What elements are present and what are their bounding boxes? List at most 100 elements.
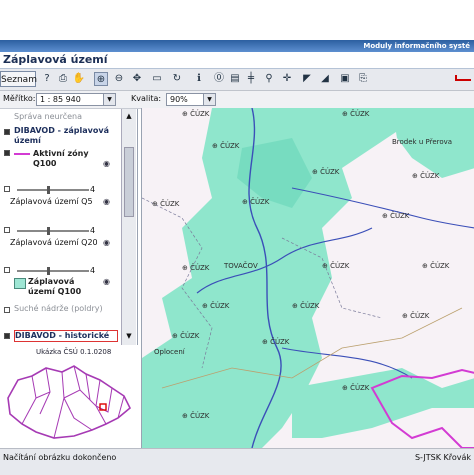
map-label-cuzk: ⊕ ČÚZK bbox=[182, 263, 210, 272]
flood-area-swatch bbox=[14, 278, 26, 289]
map-label-cuzk: ⊕ ČÚZK bbox=[422, 261, 450, 270]
save-icon[interactable]: ▣ bbox=[338, 72, 352, 86]
options-row: Měřítko: 1 : 85 940 ▼ Kvalita: 90% ▼ bbox=[0, 91, 474, 109]
pan-hand-icon[interactable]: ✋ bbox=[72, 72, 86, 86]
layer-item-q5: Záplavová území Q5 bbox=[10, 197, 93, 206]
chevron-down-icon: ▼ bbox=[103, 94, 115, 105]
chevron-down-icon: ▼ bbox=[203, 94, 215, 105]
map-label-cuzk: ⊕ ČÚZK bbox=[172, 331, 200, 340]
place-brodek: Brodek u Přerova bbox=[392, 138, 452, 146]
identify-icon[interactable]: ℹ bbox=[192, 72, 206, 86]
find-binoculars-icon[interactable]: ⚲ bbox=[262, 72, 276, 86]
map-label-cuzk: ⊕ ČÚZK bbox=[412, 171, 440, 180]
app-header-bar: Moduly informačního systé bbox=[0, 40, 474, 52]
map-label-cuzk: ⊕ ČÚZK bbox=[212, 141, 240, 150]
refresh-icon[interactable]: ↻ bbox=[170, 72, 184, 86]
app-header-subtitle: Moduly informačního systé bbox=[363, 42, 470, 50]
scale-select[interactable]: 1 : 85 940 ▼ bbox=[36, 93, 116, 106]
map-label-cuzk: ⊕ ČÚZK bbox=[242, 197, 270, 206]
map-label-cuzk: ⊕ ČÚZK bbox=[382, 211, 410, 220]
visibility-icon[interactable]: ◉ bbox=[103, 238, 110, 247]
quality-label: Kvalita: bbox=[131, 94, 162, 103]
layer-checkbox-q100[interactable] bbox=[4, 267, 10, 273]
group-checkbox-dibavod[interactable] bbox=[4, 129, 10, 135]
scroll-down-icon[interactable]: ▼ bbox=[124, 331, 134, 341]
opacity-slider-q100[interactable] bbox=[17, 267, 89, 275]
overview-title: Ukázka ČSÚ 0.1.0208 bbox=[36, 348, 112, 356]
overview-map[interactable] bbox=[0, 358, 137, 448]
draw-icon[interactable]: ◤ bbox=[300, 72, 314, 86]
map-label-cuzk: ⊕ ČÚZK bbox=[182, 109, 210, 118]
layer-group-historicke[interactable]: DIBAVOD - historické bbox=[14, 330, 118, 342]
move-icon[interactable]: ✥ bbox=[130, 72, 144, 86]
country-outline bbox=[7, 365, 131, 439]
map-label-cuzk: ⊕ ČÚZK bbox=[152, 199, 180, 208]
map-label-cuzk: ⊕ ČÚZK bbox=[342, 383, 370, 392]
visibility-icon[interactable]: ◉ bbox=[103, 159, 110, 168]
quality-select[interactable]: 90% ▼ bbox=[166, 93, 216, 106]
map-label-cuzk: ⊕ ČÚZK bbox=[342, 109, 370, 118]
info-tool-icon[interactable]: ? bbox=[40, 72, 54, 86]
quality-value: 90% bbox=[170, 95, 188, 104]
slider-max: 4 bbox=[90, 185, 96, 194]
map-label-cuzk: ⊕ ČÚZK bbox=[292, 301, 320, 310]
map-label-cuzk: ⊕ ČÚZK bbox=[322, 261, 350, 270]
layer-checkbox-aktivni[interactable] bbox=[4, 150, 10, 156]
region-borders bbox=[21, 365, 125, 439]
legend-icon[interactable]: ▤ bbox=[228, 72, 242, 86]
status-text: Načítání obrázku dokončeno bbox=[3, 453, 117, 462]
scrollbar-thumb[interactable] bbox=[124, 147, 134, 217]
map-label-cuzk: ⊕ ČÚZK bbox=[402, 311, 430, 320]
slider-knob[interactable] bbox=[47, 186, 50, 194]
window-title-bar: Záplavová území bbox=[0, 52, 474, 69]
print-icon[interactable]: ⎙ bbox=[56, 72, 70, 86]
zoom-in-icon[interactable]: ⊕ bbox=[94, 72, 108, 86]
seznam-button[interactable]: Seznam bbox=[0, 71, 37, 87]
slider-max: 4 bbox=[90, 226, 96, 235]
edit-icon[interactable]: ◢ bbox=[318, 72, 332, 86]
layer-info-icon[interactable]: ⓪ bbox=[212, 72, 226, 86]
slider-knob[interactable] bbox=[47, 267, 50, 275]
map-canvas[interactable]: ⊕ ČÚZK ⊕ ČÚZK ⊕ ČÚZK ⊕ ČÚZK ⊕ ČÚZK ⊕ ČÚZK ⊕ ČÚ… bbox=[141, 108, 474, 448]
layer-item-suche: Suché nádrže (poldry) bbox=[14, 304, 103, 313]
scale-indicator-icon bbox=[455, 75, 471, 81]
overview-header: Ukázka ČSÚ 0.1.0208 bbox=[0, 346, 137, 358]
coordinate-system: S-JTSK Křovák bbox=[414, 453, 471, 462]
slider-max: 4 bbox=[90, 266, 96, 275]
place-tovacov: TOVAČOV bbox=[223, 261, 258, 270]
scale-value: 1 : 85 940 bbox=[40, 95, 81, 104]
slider-knob[interactable] bbox=[47, 227, 50, 235]
layer-panel-scrollbar[interactable]: ▲ ▼ bbox=[121, 109, 136, 345]
map-toolbar: Seznam ? ⎙ ✋ ⊕ ⊖ ✥ ▭ ↻ ℹ ⓪ ▤ ╪ ⚲ ✛ ◤ ◢ ▣ ⎘ bbox=[0, 69, 474, 91]
layer-group-dibavod: DIBAVOD - záplavová území bbox=[14, 126, 109, 145]
full-extent-icon[interactable]: ▭ bbox=[150, 72, 164, 86]
layer-checkbox-q5[interactable] bbox=[4, 186, 10, 192]
scale-label: Měřítko: bbox=[3, 94, 36, 103]
active-zone-swatch bbox=[14, 153, 30, 155]
layer-panel: Správa neurčena DIBAVOD - záplavová územ… bbox=[0, 109, 138, 345]
window-top-area bbox=[0, 0, 474, 40]
measure-icon[interactable]: ╪ bbox=[244, 72, 258, 86]
map-label-cuzk: ⊕ ČÚZK bbox=[202, 301, 230, 310]
zoom-out-icon[interactable]: ⊖ bbox=[112, 72, 126, 86]
visibility-icon[interactable]: ◉ bbox=[103, 277, 110, 286]
layer-item-sprava: Správa neurčena bbox=[14, 112, 82, 121]
map-label-cuzk: ⊕ ČÚZK bbox=[262, 337, 290, 346]
map-label-cuzk: ⊕ ČÚZK bbox=[312, 167, 340, 176]
map-label-cuzk: ⊕ ČÚZK bbox=[182, 411, 210, 420]
layer-item-aktivni: Aktivní zóny Q100 bbox=[33, 149, 89, 168]
group-checkbox-historicke[interactable] bbox=[4, 333, 10, 339]
place-ob: Oplocení bbox=[154, 348, 186, 356]
scroll-up-icon[interactable]: ▲ bbox=[124, 111, 134, 121]
layer-item-q20: Záplavová území Q20 bbox=[10, 238, 98, 247]
visibility-icon[interactable]: ◉ bbox=[103, 197, 110, 206]
page-title: Záplavová území bbox=[3, 53, 108, 66]
layer-checkbox-suche[interactable] bbox=[4, 307, 10, 313]
add-point-icon[interactable]: ✛ bbox=[280, 72, 294, 86]
opacity-slider-q5[interactable] bbox=[17, 186, 89, 194]
layer-item-q100: Záplavová území Q100 bbox=[28, 277, 82, 296]
layer-checkbox-q20[interactable] bbox=[4, 227, 10, 233]
status-bar: Načítání obrázku dokončeno S-JTSK Křovák bbox=[0, 448, 474, 475]
export-icon[interactable]: ⎘ bbox=[356, 72, 370, 86]
opacity-slider-q20[interactable] bbox=[17, 227, 89, 235]
